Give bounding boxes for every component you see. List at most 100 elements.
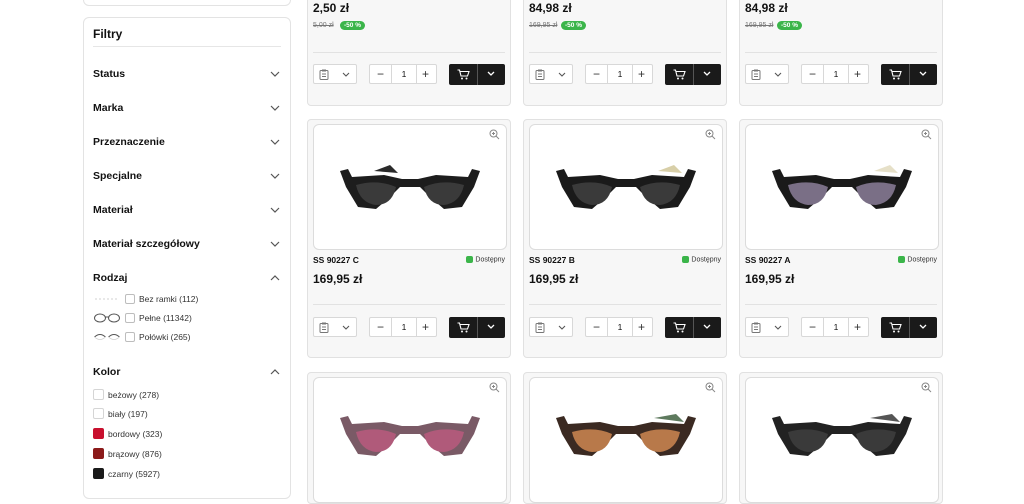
quantity-value[interactable]: 1 <box>607 318 633 336</box>
cart-icon <box>889 322 902 333</box>
minus-icon[interactable]: − <box>586 65 607 83</box>
color-swatch[interactable] <box>93 408 104 420</box>
compare-button[interactable] <box>745 317 789 337</box>
filter-option-bialy[interactable]: biały (197) <box>93 408 148 422</box>
filter-section-marka[interactable]: Marka <box>93 100 280 118</box>
checkbox[interactable] <box>125 293 135 304</box>
product-card[interactable]: 84,98 zł 169,95 zł -50 % − 1 + <box>739 0 943 106</box>
status-dot <box>682 256 690 263</box>
color-swatch[interactable] <box>93 468 104 480</box>
plus-icon[interactable]: + <box>631 65 652 83</box>
product-image[interactable] <box>313 124 507 250</box>
availability-status: Dostępny <box>898 256 937 263</box>
add-to-cart-button[interactable] <box>665 64 721 85</box>
product-card[interactable] <box>739 372 943 504</box>
cart-icon <box>673 322 686 333</box>
filter-option-bez-ramki[interactable]: Bez ramki (112) <box>93 293 198 307</box>
clipboard-icon <box>319 69 329 80</box>
compare-button[interactable] <box>529 317 573 337</box>
quantity-stepper[interactable]: − 1 + <box>369 64 437 84</box>
product-image[interactable] <box>529 377 723 503</box>
add-to-cart-button[interactable] <box>449 64 505 85</box>
color-swatch[interactable] <box>93 428 104 440</box>
minus-icon[interactable]: − <box>370 65 391 83</box>
product-card[interactable]: SS 90227 C Dostępny 169,95 zł − 1 + <box>307 119 511 358</box>
plus-icon[interactable]: + <box>415 65 436 83</box>
add-to-cart-button[interactable] <box>881 64 937 85</box>
compare-button[interactable] <box>745 64 789 84</box>
plus-icon[interactable]: + <box>847 65 868 83</box>
add-to-cart-button[interactable] <box>665 317 721 338</box>
product-card[interactable]: 2,50 zł 5,00 zł -50 % − 1 + <box>307 0 511 106</box>
zoom-in-icon[interactable] <box>489 382 500 393</box>
product-card[interactable]: 84,98 zł 169,95 zł -50 % − 1 + <box>523 0 727 106</box>
chevron-down-icon[interactable] <box>703 71 711 77</box>
plus-icon[interactable]: + <box>847 318 868 336</box>
chevron-down-icon <box>342 325 350 330</box>
chevron-down-icon[interactable] <box>487 71 495 77</box>
minus-icon[interactable]: − <box>802 65 823 83</box>
compare-button[interactable] <box>529 64 573 84</box>
zoom-in-icon[interactable] <box>705 129 716 140</box>
product-card[interactable] <box>523 372 727 504</box>
chevron-down-icon[interactable] <box>919 71 927 77</box>
filter-section-label: Przeznaczenie <box>93 136 165 148</box>
filter-section-material-szczegolowy[interactable]: Materiał szczegółowy <box>93 236 280 254</box>
add-to-cart-button[interactable] <box>449 317 505 338</box>
product-card[interactable]: SS 90227 B Dostępny 169,95 zł − 1 + <box>523 119 727 358</box>
zoom-in-icon[interactable] <box>705 382 716 393</box>
product-image[interactable] <box>745 124 939 250</box>
filter-option-brazowy[interactable]: brązowy (876) <box>93 448 162 462</box>
product-sku[interactable]: SS 90227 A <box>745 255 791 265</box>
quantity-stepper[interactable]: − 1 + <box>585 64 653 84</box>
filter-option-czarny[interactable]: czarny (5927) <box>93 468 160 482</box>
filter-option-polowki[interactable]: Połówki (265) <box>93 331 191 345</box>
product-card[interactable] <box>307 372 511 504</box>
add-to-cart-button[interactable] <box>881 317 937 338</box>
quantity-stepper[interactable]: − 1 + <box>801 64 869 84</box>
quantity-stepper[interactable]: − 1 + <box>369 317 437 337</box>
product-price: 2,50 zł <box>313 1 350 15</box>
filter-section-material[interactable]: Materiał <box>93 202 280 220</box>
filter-section-przeznaczenie[interactable]: Przeznaczenie <box>93 134 280 152</box>
zoom-in-icon[interactable] <box>921 129 932 140</box>
quantity-stepper[interactable]: − 1 + <box>801 317 869 337</box>
zoom-in-icon[interactable] <box>489 129 500 140</box>
plus-icon[interactable]: + <box>631 318 652 336</box>
compare-button[interactable] <box>313 317 357 337</box>
chevron-down-icon <box>270 207 280 213</box>
minus-icon[interactable]: − <box>586 318 607 336</box>
compare-button[interactable] <box>313 64 357 84</box>
quantity-value[interactable]: 1 <box>391 318 417 336</box>
product-image[interactable] <box>529 124 723 250</box>
filter-section-kolor[interactable]: Kolor <box>93 364 280 382</box>
color-swatch[interactable] <box>93 448 104 460</box>
checkbox[interactable] <box>125 331 135 342</box>
quantity-value[interactable]: 1 <box>823 65 849 83</box>
quantity-value[interactable]: 1 <box>823 318 849 336</box>
filter-section-rodzaj[interactable]: Rodzaj <box>93 270 280 288</box>
product-card[interactable]: SS 90227 A Dostępny 169,95 zł − 1 + <box>739 119 943 358</box>
chevron-down-icon[interactable] <box>703 324 711 330</box>
filter-section-label: Materiał szczegółowy <box>93 238 200 250</box>
minus-icon[interactable]: − <box>802 318 823 336</box>
product-sku[interactable]: SS 90227 B <box>529 255 575 265</box>
chevron-down-icon[interactable] <box>919 324 927 330</box>
filter-section-specjalne[interactable]: Specjalne <box>93 168 280 186</box>
filter-option-bezowy[interactable]: beżowy (278) <box>93 389 159 403</box>
minus-icon[interactable]: − <box>370 318 391 336</box>
product-image[interactable] <box>745 377 939 503</box>
product-sku[interactable]: SS 90227 C <box>313 255 359 265</box>
product-image[interactable] <box>313 377 507 503</box>
plus-icon[interactable]: + <box>415 318 436 336</box>
filter-section-status[interactable]: Status <box>93 66 280 84</box>
color-swatch[interactable] <box>93 389 104 401</box>
chevron-down-icon[interactable] <box>487 324 495 330</box>
filter-option-bordowy[interactable]: bordowy (323) <box>93 428 162 442</box>
quantity-value[interactable]: 1 <box>391 65 417 83</box>
checkbox[interactable] <box>125 312 135 323</box>
quantity-value[interactable]: 1 <box>607 65 633 83</box>
filter-option-pelne[interactable]: Pełne (11342) <box>93 312 192 326</box>
quantity-stepper[interactable]: − 1 + <box>585 317 653 337</box>
zoom-in-icon[interactable] <box>921 382 932 393</box>
